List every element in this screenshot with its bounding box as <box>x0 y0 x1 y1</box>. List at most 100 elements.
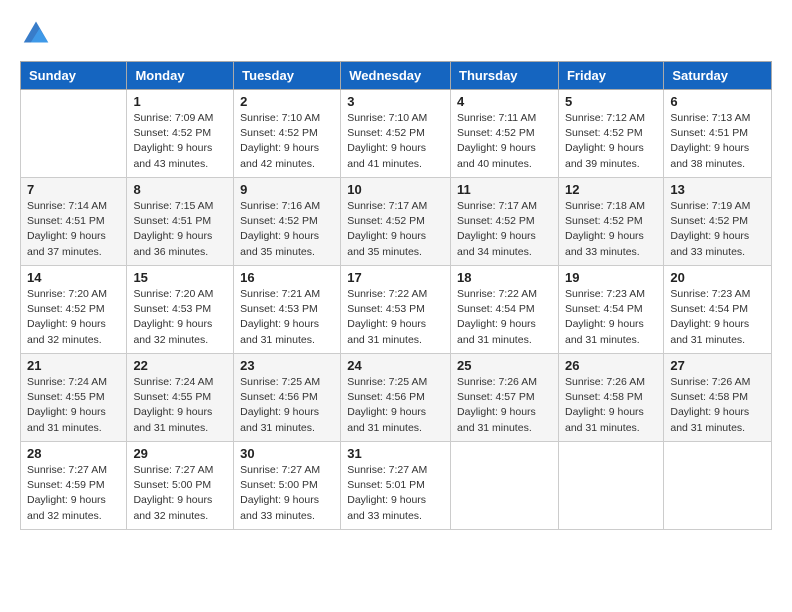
table-row: 15Sunrise: 7:20 AMSunset: 4:53 PMDayligh… <box>127 266 234 354</box>
day-number: 23 <box>240 358 334 373</box>
table-row <box>21 90 127 178</box>
table-row: 24 Sunrise: 7:25 AMSunset: 4:56 PMDayligh… <box>341 354 451 442</box>
table-row: 4 Sunrise: 7:11 AMSunset: 4:52 PMDaylight… <box>451 90 559 178</box>
day-number: 18 <box>457 270 552 285</box>
day-info: Sunrise: 7:16 AMSunset: 4:52 PMDaylight:… <box>240 199 334 260</box>
day-info: Sunrise: 7:17 AMSunset: 4:52 PMDaylight:… <box>457 199 552 260</box>
col-header-friday: Friday <box>558 62 663 90</box>
day-info: Sunrise: 7:26 AMSunset: 4:58 PMDaylight:… <box>565 375 657 436</box>
day-info: Sunrise: 7:09 AMSunset: 4:52 PMDaylight:… <box>133 111 227 172</box>
table-row: 1 Sunrise: 7:09 AMSunset: 4:52 PMDaylight… <box>127 90 234 178</box>
table-row: 28 Sunrise: 7:27 AMSunset: 4:59 PMDayligh… <box>21 442 127 530</box>
day-number: 3 <box>347 94 444 109</box>
day-number: 11 <box>457 182 552 197</box>
day-number: 16 <box>240 270 334 285</box>
day-info: Sunrise: 7:21 AMSunset: 4:53 PMDaylight:… <box>240 287 334 348</box>
table-row: 16 Sunrise: 7:21 AMSunset: 4:53 PMDayligh… <box>234 266 341 354</box>
header <box>20 18 772 51</box>
day-info: Sunrise: 7:13 AMSunset: 4:51 PMDaylight:… <box>670 111 765 172</box>
table-row: 29 Sunrise: 7:27 AMSunset: 5:00 PMDayligh… <box>127 442 234 530</box>
day-number: 1 <box>133 94 227 109</box>
table-row: 7Sunrise: 7:14 AMSunset: 4:51 PMDaylight… <box>21 178 127 266</box>
day-info: Sunrise: 7:17 AMSunset: 4:52 PMDaylight:… <box>347 199 444 260</box>
table-row: 30 Sunrise: 7:27 AMSunset: 5:00 PMDayligh… <box>234 442 341 530</box>
col-header-thursday: Thursday <box>451 62 559 90</box>
day-info: Sunrise: 7:22 AMSunset: 4:54 PMDaylight:… <box>457 287 552 348</box>
day-number: 14 <box>27 270 120 285</box>
table-row: 22 Sunrise: 7:24 AMSunset: 4:55 PMDayligh… <box>127 354 234 442</box>
table-row <box>664 442 772 530</box>
day-number: 28 <box>27 446 120 461</box>
day-info: Sunrise: 7:23 AMSunset: 4:54 PMDaylight:… <box>670 287 765 348</box>
day-info: Sunrise: 7:27 AMSunset: 5:00 PMDaylight:… <box>240 463 334 524</box>
day-info: Sunrise: 7:10 AMSunset: 4:52 PMDaylight:… <box>347 111 444 172</box>
col-header-sunday: Sunday <box>21 62 127 90</box>
day-number: 25 <box>457 358 552 373</box>
table-row: 31 Sunrise: 7:27 AMSunset: 5:01 PMDayligh… <box>341 442 451 530</box>
col-header-saturday: Saturday <box>664 62 772 90</box>
day-number: 10 <box>347 182 444 197</box>
day-number: 5 <box>565 94 657 109</box>
day-number: 22 <box>133 358 227 373</box>
day-info: Sunrise: 7:20 AMSunset: 4:52 PMDaylight:… <box>27 287 120 348</box>
col-header-monday: Monday <box>127 62 234 90</box>
day-info: Sunrise: 7:24 AMSunset: 4:55 PMDaylight:… <box>27 375 120 436</box>
table-row: 25 Sunrise: 7:26 AMSunset: 4:57 PMDayligh… <box>451 354 559 442</box>
table-row: 12Sunrise: 7:18 AMSunset: 4:52 PMDayligh… <box>558 178 663 266</box>
day-info: Sunrise: 7:15 AMSunset: 4:51 PMDaylight:… <box>133 199 227 260</box>
day-number: 13 <box>670 182 765 197</box>
day-info: Sunrise: 7:27 AMSunset: 4:59 PMDaylight:… <box>27 463 120 524</box>
table-row: 18 Sunrise: 7:22 AMSunset: 4:54 PMDayligh… <box>451 266 559 354</box>
table-row: 2 Sunrise: 7:10 AMSunset: 4:52 PMDaylight… <box>234 90 341 178</box>
col-header-tuesday: Tuesday <box>234 62 341 90</box>
table-row: 20 Sunrise: 7:23 AMSunset: 4:54 PMDayligh… <box>664 266 772 354</box>
logo-icon <box>22 18 50 46</box>
day-number: 30 <box>240 446 334 461</box>
day-number: 31 <box>347 446 444 461</box>
col-header-wednesday: Wednesday <box>341 62 451 90</box>
day-info: Sunrise: 7:10 AMSunset: 4:52 PMDaylight:… <box>240 111 334 172</box>
day-number: 20 <box>670 270 765 285</box>
day-number: 29 <box>133 446 227 461</box>
day-number: 17 <box>347 270 444 285</box>
day-info: Sunrise: 7:27 AMSunset: 5:01 PMDaylight:… <box>347 463 444 524</box>
day-number: 4 <box>457 94 552 109</box>
day-number: 26 <box>565 358 657 373</box>
day-info: Sunrise: 7:26 AMSunset: 4:58 PMDaylight:… <box>670 375 765 436</box>
table-row: 19Sunrise: 7:23 AMSunset: 4:54 PMDayligh… <box>558 266 663 354</box>
day-info: Sunrise: 7:24 AMSunset: 4:55 PMDaylight:… <box>133 375 227 436</box>
table-row: 14 Sunrise: 7:20 AMSunset: 4:52 PMDayligh… <box>21 266 127 354</box>
day-number: 6 <box>670 94 765 109</box>
table-row <box>451 442 559 530</box>
table-row: 26 Sunrise: 7:26 AMSunset: 4:58 PMDayligh… <box>558 354 663 442</box>
day-info: Sunrise: 7:27 AMSunset: 5:00 PMDaylight:… <box>133 463 227 524</box>
table-row: 27 Sunrise: 7:26 AMSunset: 4:58 PMDayligh… <box>664 354 772 442</box>
day-number: 2 <box>240 94 334 109</box>
table-row: 6 Sunrise: 7:13 AMSunset: 4:51 PMDaylight… <box>664 90 772 178</box>
day-info: Sunrise: 7:19 AMSunset: 4:52 PMDaylight:… <box>670 199 765 260</box>
table-row: 8Sunrise: 7:15 AMSunset: 4:51 PMDaylight… <box>127 178 234 266</box>
day-info: Sunrise: 7:26 AMSunset: 4:57 PMDaylight:… <box>457 375 552 436</box>
table-row: 11 Sunrise: 7:17 AMSunset: 4:52 PMDayligh… <box>451 178 559 266</box>
day-number: 27 <box>670 358 765 373</box>
page: SundayMondayTuesdayWednesdayThursdayFrid… <box>0 0 792 612</box>
table-row: 13 Sunrise: 7:19 AMSunset: 4:52 PMDayligh… <box>664 178 772 266</box>
day-info: Sunrise: 7:11 AMSunset: 4:52 PMDaylight:… <box>457 111 552 172</box>
day-number: 21 <box>27 358 120 373</box>
day-number: 9 <box>240 182 334 197</box>
table-row: 9 Sunrise: 7:16 AMSunset: 4:52 PMDaylight… <box>234 178 341 266</box>
logo <box>20 18 54 51</box>
day-number: 7 <box>27 182 120 197</box>
table-row: 17 Sunrise: 7:22 AMSunset: 4:53 PMDayligh… <box>341 266 451 354</box>
table-row: 23Sunrise: 7:25 AMSunset: 4:56 PMDayligh… <box>234 354 341 442</box>
table-row: 3 Sunrise: 7:10 AMSunset: 4:52 PMDaylight… <box>341 90 451 178</box>
day-number: 15 <box>133 270 227 285</box>
day-info: Sunrise: 7:25 AMSunset: 4:56 PMDaylight:… <box>347 375 444 436</box>
table-row: 21 Sunrise: 7:24 AMSunset: 4:55 PMDayligh… <box>21 354 127 442</box>
day-number: 24 <box>347 358 444 373</box>
calendar-table: SundayMondayTuesdayWednesdayThursdayFrid… <box>20 61 772 530</box>
day-info: Sunrise: 7:22 AMSunset: 4:53 PMDaylight:… <box>347 287 444 348</box>
day-info: Sunrise: 7:23 AMSunset: 4:54 PMDaylight:… <box>565 287 657 348</box>
day-info: Sunrise: 7:18 AMSunset: 4:52 PMDaylight:… <box>565 199 657 260</box>
day-info: Sunrise: 7:12 AMSunset: 4:52 PMDaylight:… <box>565 111 657 172</box>
